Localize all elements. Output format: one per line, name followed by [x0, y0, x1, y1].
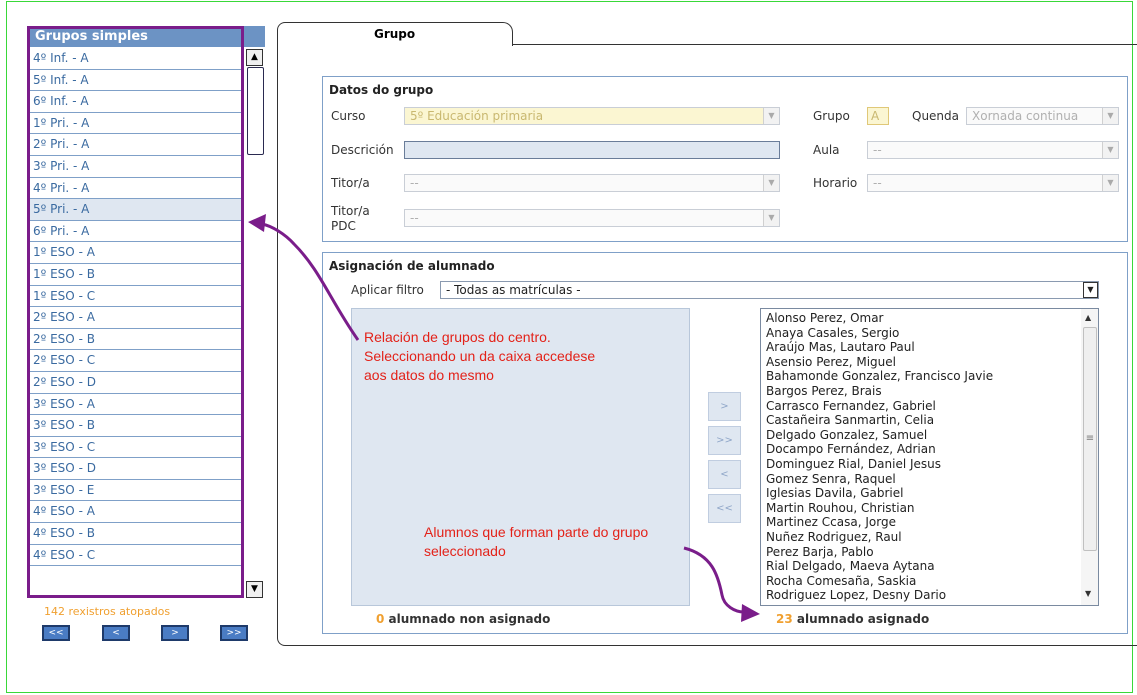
groups-arrow-line	[261, 222, 360, 341]
groups-arrow-head	[248, 214, 266, 232]
students-arrow-head	[741, 604, 760, 622]
annotation-arrows	[248, 214, 760, 622]
students-arrow-line	[683, 546, 745, 614]
